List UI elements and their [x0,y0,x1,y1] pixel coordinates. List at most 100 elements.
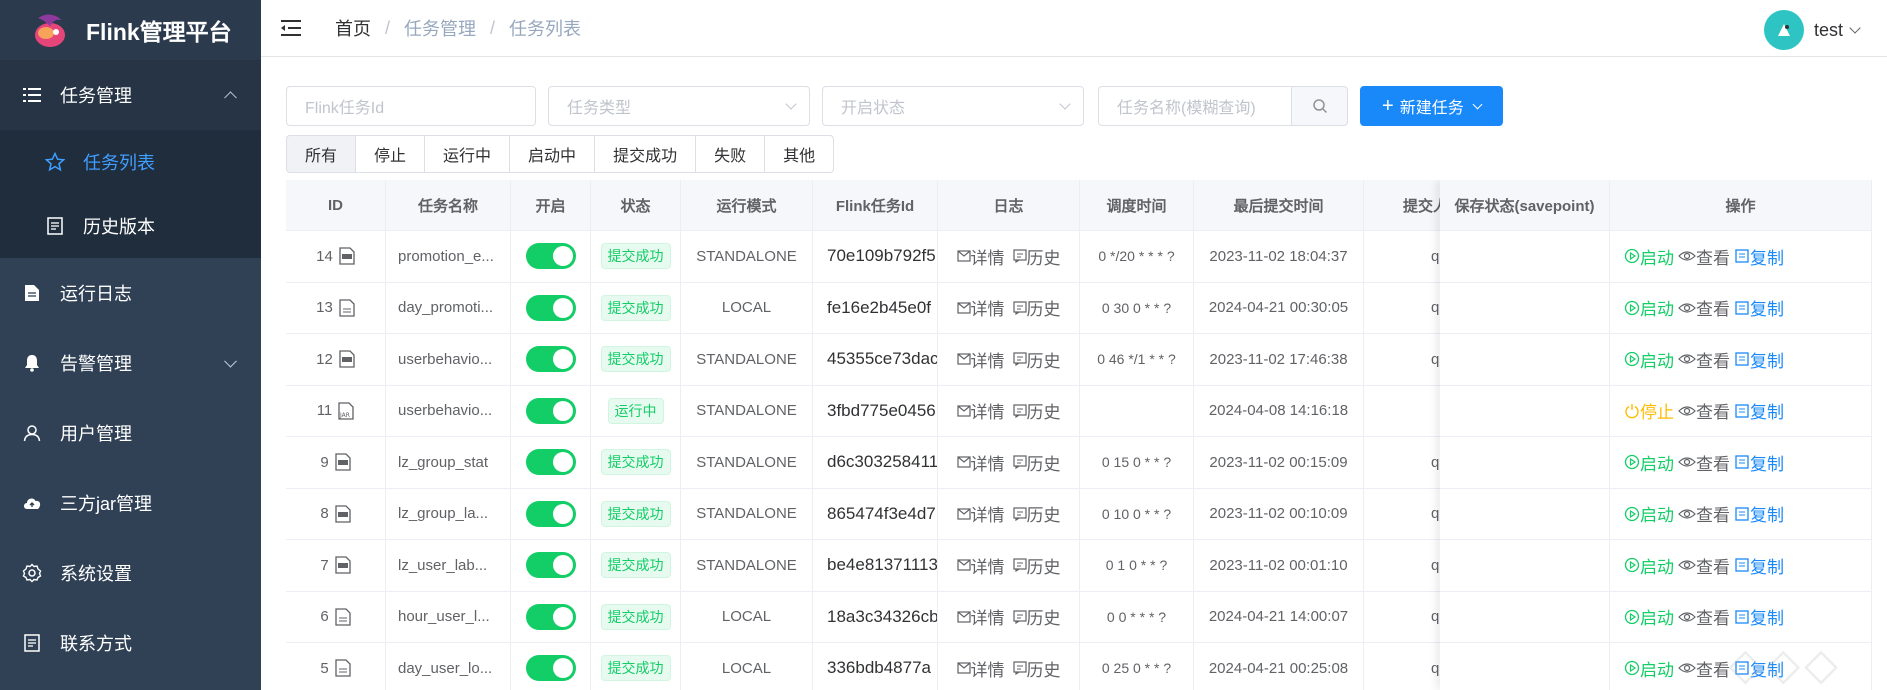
log-history-link[interactable]: 历史 [1012,450,1061,475]
new-task-button[interactable]: + 新建任务 [1360,86,1503,126]
view-label: 查看 [1696,403,1730,423]
log-detail-label: 详情 [970,248,1005,268]
log-history-label: 历史 [1026,300,1061,320]
tab-starting[interactable]: 启动中 [510,135,596,173]
sidebar-item-task-management[interactable]: 任务管理 [0,60,261,130]
log-history-link[interactable]: 历史 [1012,398,1061,423]
start-button[interactable]: 启动 [1624,501,1674,526]
search-button[interactable] [1292,86,1348,126]
log-detail-link[interactable]: 详情 [956,553,1005,578]
start-button[interactable]: 启动 [1624,295,1674,320]
view-button[interactable]: 查看 [1678,450,1730,475]
tab-stopped[interactable]: 停止 [356,135,426,173]
enable-toggle[interactable] [525,500,576,527]
log-detail-link[interactable]: 详情 [956,604,1005,629]
log-history-link[interactable]: 历史 [1012,244,1061,269]
log-detail-link[interactable]: 详情 [956,398,1005,423]
log-history-link[interactable]: 历史 [1012,656,1061,681]
tab-running[interactable]: 运行中 [425,135,511,173]
start-button[interactable]: 启动 [1624,553,1674,578]
sidebar-item-history-version[interactable]: 历史版本 [0,194,261,258]
start-button[interactable]: 启动 [1624,604,1674,629]
copy-button[interactable]: 复制 [1734,553,1784,578]
tab-all[interactable]: 所有 [286,135,357,173]
log-history-link[interactable]: 历史 [1012,501,1061,526]
start-button[interactable]: 启动 [1624,450,1674,475]
copy-button[interactable]: 复制 [1734,347,1784,372]
view-button[interactable]: 查看 [1678,295,1730,320]
sidebar-item-run-log[interactable]: 运行日志 [0,258,261,328]
log-history-link[interactable]: 历史 [1012,553,1061,578]
copy-button[interactable]: 复制 [1734,501,1784,526]
flink-id-cell: 865474f3e4d7 [813,488,938,539]
view-button[interactable]: 查看 [1678,398,1730,423]
copy-button[interactable]: 复制 [1734,450,1784,475]
user-menu[interactable]: test [1763,10,1861,50]
power-icon [1625,403,1639,419]
enable-toggle[interactable] [525,552,576,579]
breadcrumb-task-list: 任务列表 [509,19,582,39]
enable-toggle[interactable] [525,294,576,321]
start-button[interactable]: 启动 [1624,347,1674,372]
log-history-link[interactable]: 历史 [1012,347,1061,372]
status-cell: 提交成功 [591,437,681,488]
enable-toggle[interactable] [525,397,576,424]
copy-button[interactable]: 复制 [1734,244,1784,269]
tab-failed[interactable]: 失败 [696,135,766,173]
log-detail-link[interactable]: 详情 [956,295,1005,320]
enable-toggle[interactable] [525,655,576,682]
log-detail-label: 详情 [970,660,1005,680]
start-button[interactable]: 启动 [1624,656,1674,681]
view-button[interactable]: 查看 [1678,553,1730,578]
chevron-down-icon [1849,22,1861,34]
mail-icon [956,559,971,571]
table-row: 12 userbehavio... 提交成功 STANDALONE 45355ce73d… [286,334,1488,386]
sidebar-item-system-settings[interactable]: 系统设置 [0,538,261,608]
log-detail-link[interactable]: 详情 [956,501,1005,526]
view-button[interactable]: 查看 [1678,604,1730,629]
enable-toggle[interactable] [525,449,576,476]
log-detail-link[interactable]: 详情 [956,656,1005,681]
view-button[interactable]: 查看 [1678,656,1730,681]
stop-button[interactable]: 停止 [1624,398,1674,423]
table-row: 13 day_promoti... 提交成功 LOCAL fe16e2b45e0f 详情 历… [286,282,1488,334]
hamburger-icon[interactable] [281,17,303,39]
name-search-input[interactable]: 任务名称(模糊查询) [1098,86,1292,126]
enable-toggle[interactable] [525,243,576,270]
sidebar-item-alert-management[interactable]: 告警管理 [0,328,261,398]
tab-submitted[interactable]: 提交成功 [595,135,697,173]
last-submit-time: 2024-04-21 14:00:07 [1208,608,1349,626]
copy-button[interactable]: 复制 [1734,398,1784,423]
star-icon [45,152,65,172]
log-history-link[interactable]: 历史 [1012,295,1061,320]
log-detail-link[interactable]: 详情 [956,244,1005,269]
task-type-select[interactable]: 任务类型 [548,86,810,126]
sidebar-item-third-party-jar[interactable]: 三方jar管理 [0,468,261,538]
log-history-label: 历史 [1026,660,1061,680]
log-detail-link[interactable]: 详情 [956,347,1005,372]
enable-toggle[interactable] [525,346,576,373]
sidebar-item-contact[interactable]: 联系方式 [0,608,261,678]
copy-button[interactable]: 复制 [1734,295,1784,320]
sidebar-item-user-management[interactable]: 用户管理 [0,398,261,468]
copy-button[interactable]: 复制 [1734,604,1784,629]
status-cell: 提交成功 [591,643,681,690]
task-id: 13 [316,299,333,317]
enable-toggle[interactable] [525,603,576,630]
view-button[interactable]: 查看 [1678,347,1730,372]
copy-label: 复制 [1750,403,1784,423]
tab-other[interactable]: 其他 [765,135,835,173]
log-detail-link[interactable]: 详情 [956,450,1005,475]
sidebar-item-task-list[interactable]: 任务列表 [0,130,261,194]
view-button[interactable]: 查看 [1678,244,1730,269]
action-label: 启动 [1640,660,1674,680]
last-submit-cell: 2024-04-08 14:16:18 [1194,385,1364,436]
start-button[interactable]: 启动 [1624,244,1674,269]
breadcrumb-home[interactable]: 首页 [335,15,371,41]
schedule-cron: 0 46 */1 * * ? [1097,351,1176,368]
copy-icon [1735,455,1749,469]
task-id-input[interactable]: Flink任务Id [286,86,536,126]
status-select[interactable]: 开启状态 [822,86,1084,126]
log-history-link[interactable]: 历史 [1012,604,1061,629]
view-button[interactable]: 查看 [1678,501,1730,526]
